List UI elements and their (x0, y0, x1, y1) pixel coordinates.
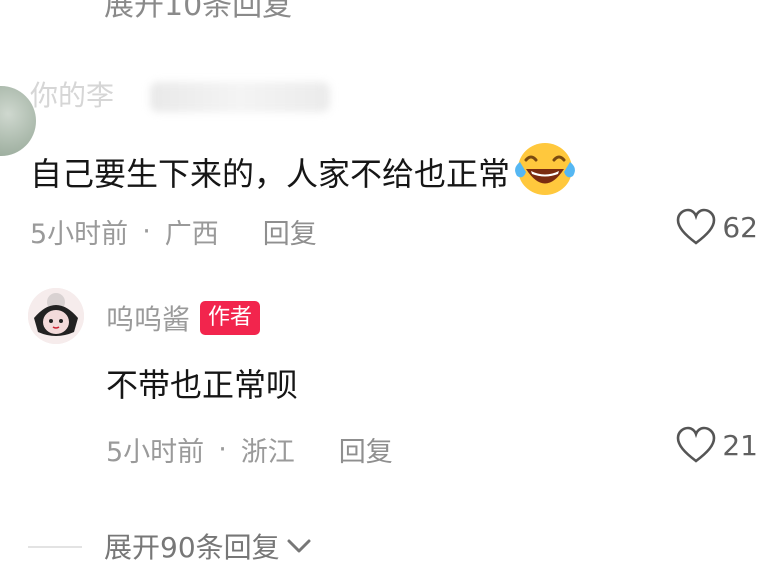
laughing-with-tears-icon (512, 138, 578, 206)
author-badge: 作者 (200, 301, 261, 335)
heart-icon (677, 208, 716, 245)
author-username[interactable]: 呜呜酱 (106, 298, 190, 338)
avatar-icon (28, 288, 84, 344)
reply-meta: 5小时前 · 浙江 回复 (106, 430, 393, 469)
author-avatar[interactable] (28, 288, 84, 344)
meta-separator: · (218, 434, 227, 465)
like-button[interactable]: 21 (676, 426, 758, 464)
like-count: 62 (722, 210, 758, 244)
chevron-down-icon (287, 539, 311, 553)
comment-time: 5小时前 (30, 219, 129, 250)
heart-icon (677, 426, 716, 463)
comment-text: 自己要生下来的，人家不给也正常 (30, 138, 578, 206)
reply-location: 浙江 (240, 437, 295, 468)
reply-text: 不带也正常呗 (106, 366, 299, 404)
username-blur (150, 82, 330, 112)
author-username-row: 呜呜酱 作者 (106, 298, 261, 338)
like-count: 21 (722, 428, 758, 462)
comment-meta: 5小时前 · 广西 回复 (30, 212, 317, 251)
reply-button[interactable]: 回复 (263, 212, 317, 251)
expand-replies-label: 展开90条回复 (104, 531, 280, 564)
expand-replies-button[interactable]: 展开90条回复 (104, 526, 312, 566)
reply-button[interactable]: 回复 (339, 430, 393, 469)
commenter-username[interactable]: 你的李 (30, 74, 114, 114)
comment-text-content: 自己要生下来的，人家不给也正常 (30, 155, 511, 193)
like-button[interactable]: 62 (676, 208, 758, 246)
reply-time: 5小时前 (106, 437, 205, 468)
comment-location: 广西 (164, 219, 219, 250)
meta-separator: · (142, 216, 151, 247)
expand-replies-top[interactable]: 展开10条回复 (104, 0, 292, 24)
expand-divider (28, 546, 82, 548)
